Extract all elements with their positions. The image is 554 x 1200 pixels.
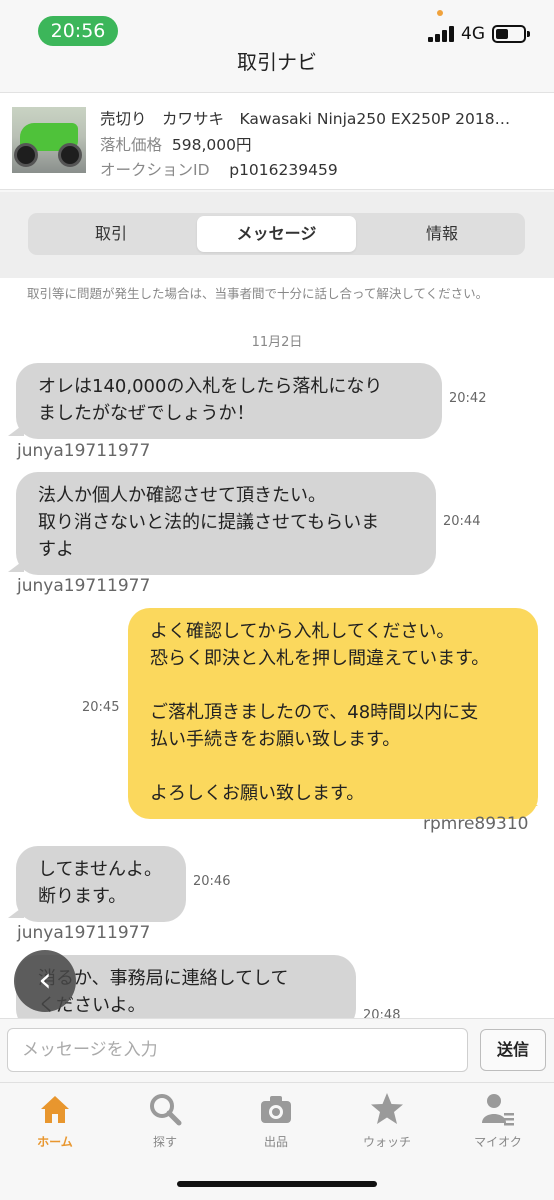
send-button[interactable]: 送信 [480,1029,546,1071]
battery-icon [492,25,530,43]
page-title: 取引ナビ [237,50,317,74]
tabbar-search[interactable]: 探す [110,1091,220,1150]
message-time: 20:42 [449,391,487,406]
message-list[interactable]: 取引等に問題が発生した場合は、当事者間で十分に話し合って解決してください。 11… [0,278,554,1018]
message-bubble-incoming: してませんよ。 断ります。 [16,846,186,922]
tabbar-myauction[interactable]: マイオク [443,1091,553,1150]
tab-torihiki[interactable]: 取引 [31,216,191,252]
tab-info[interactable]: 情報 [362,216,522,252]
item-title: 売切り カワサキ Kawasaki Ninja250 EX250P 2018… [100,110,511,128]
item-thumbnail[interactable] [12,107,86,173]
tabbar-label: ホーム [37,1135,73,1149]
auction-id-row: オークションID p1016239459 [100,158,338,180]
message-compose-bar: 送信 [0,1018,554,1082]
auction-id-label: オークションID [100,161,210,179]
message-time: 20:45 [82,700,120,715]
tabbar-sell[interactable]: 出品 [221,1091,331,1150]
home-icon [41,1096,69,1123]
item-price-row: 落札価格 598,000円 [100,133,251,155]
home-indicator [177,1181,377,1187]
message-sender: junya19711977 [17,923,151,943]
message-time: 20:48 [363,1008,401,1018]
tab-message[interactable]: メッセージ [197,216,356,252]
tabbar-home[interactable]: ホーム [0,1091,110,1150]
price-value: 598,000円 [171,136,252,154]
message-time: 20:46 [193,874,231,889]
segmented-control: 取引 メッセージ 情報 [28,213,525,255]
tabbar-label: 探す [152,1135,177,1149]
message-sender: junya19711977 [17,576,151,596]
tabbar-watch[interactable]: ウォッチ [332,1091,442,1150]
notice-text: 取引等に問題が発生した場合は、当事者間で十分に話し合って解決してください。 [27,286,489,301]
privacy-indicator-dot [437,10,443,16]
star-icon [371,1093,403,1124]
signal-icon [428,26,456,42]
price-label: 落札価格 [100,136,163,154]
tabbar-label: マイオク [474,1135,522,1149]
network-type: 4G [461,24,485,44]
date-separator: 11月2日 [251,335,303,350]
auction-id-value: p1016239459 [229,161,338,179]
message-sender: junya19711977 [17,441,151,461]
tabbar-label: ウォッチ [362,1135,411,1149]
segment-area: 取引 メッセージ 情報 [0,192,554,278]
message-bubble-outgoing: よく確認してから入札してください。 恐らく即決と入札を押し間違えています。 ご落… [128,608,538,819]
back-button[interactable]: ‹ [14,950,76,1012]
camera-icon [261,1096,291,1123]
tabbar-label: 出品 [263,1135,288,1149]
chevron-left-icon: ‹ [38,960,52,1000]
search-icon [150,1094,182,1126]
status-time: 20:56 [38,16,118,46]
message-bubble-incoming: オレは140,000の入札をしたら落札になり ましたがなぜでしょうか！ [16,363,442,439]
message-input[interactable] [7,1028,468,1072]
user-list-icon [482,1094,514,1126]
message-sender: rpmre89310 [423,814,529,834]
message-bubble-incoming: 法人か個人か確認させて頂きたい。 取り消さないと法的に提議させてもらいま すよ [16,472,436,575]
message-time: 20:44 [443,514,481,529]
